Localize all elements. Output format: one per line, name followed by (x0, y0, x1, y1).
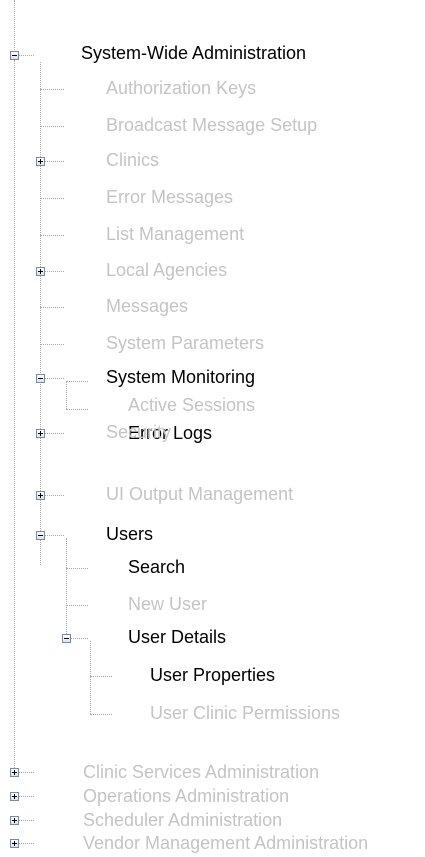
tree-connector (18, 820, 34, 821)
tree-item-active-sessions: Active Sessions (128, 395, 256, 415)
expand-icon[interactable] (36, 267, 45, 276)
tree-item-search[interactable]: Search (128, 557, 185, 577)
tree-item-system-wide-administration[interactable]: System-Wide Administration (81, 43, 306, 63)
tree-item-user-clinic-permissions: User Clinic Permissions (150, 703, 341, 723)
tree-connector (90, 676, 112, 677)
expand-icon[interactable] (10, 816, 19, 825)
collapse-icon[interactable] (36, 374, 45, 383)
tree-connector (66, 538, 67, 638)
tree-connector (40, 62, 41, 565)
expand-icon[interactable] (10, 768, 19, 777)
tree-connector (40, 307, 64, 308)
tree-connector (40, 198, 64, 199)
tree-item-user-details[interactable]: User Details (128, 627, 226, 647)
admin-navigation-tree: System-Wide Administration Authorization… (0, 0, 425, 857)
expand-icon[interactable] (36, 157, 45, 166)
tree-connector (44, 535, 64, 536)
tree-connector (66, 568, 88, 569)
tree-connector (18, 772, 34, 773)
tree-connector (40, 126, 64, 127)
tree-item-clinic-services-administration: Clinic Services Administration (83, 762, 320, 782)
tree-item-new-user: New User (128, 594, 208, 614)
tree-connector (14, 0, 15, 52)
collapse-icon[interactable] (36, 531, 45, 540)
tree-connector (18, 843, 34, 844)
expand-icon[interactable] (36, 491, 45, 500)
tree-item-security: Security (106, 422, 172, 442)
tree-item-user-properties[interactable]: User Properties (150, 665, 275, 685)
collapse-icon[interactable] (10, 51, 19, 60)
tree-connector (44, 161, 64, 162)
tree-connector (40, 89, 64, 90)
tree-connector (40, 344, 64, 345)
tree-item-local-agencies: Local Agencies (106, 260, 228, 280)
tree-connector (44, 433, 64, 434)
tree-item-users[interactable]: Users (106, 524, 153, 544)
expand-icon[interactable] (10, 792, 19, 801)
tree-connector (90, 641, 91, 714)
tree-connector (66, 381, 67, 409)
tree-connector (44, 271, 64, 272)
tree-item-broadcast-message-setup: Broadcast Message Setup (106, 115, 318, 135)
tree-connector (90, 714, 112, 715)
tree-item-system-parameters: System Parameters (106, 333, 265, 353)
tree-connector (18, 796, 34, 797)
tree-connector (66, 409, 88, 410)
tree-item-clinics: Clinics (106, 150, 160, 170)
tree-connector (44, 495, 64, 496)
tree-connector (66, 605, 88, 606)
tree-item-authorization-keys: Authorization Keys (106, 78, 257, 98)
tree-item-system-monitoring[interactable]: System Monitoring (106, 367, 255, 387)
tree-item-error-messages: Error Messages (106, 187, 234, 207)
tree-connector (70, 638, 88, 639)
tree-item-list-management: List Management (106, 224, 245, 244)
tree-connector (66, 381, 88, 382)
tree-item-ui-output-management: UI Output Management (106, 484, 294, 504)
expand-icon[interactable] (36, 429, 45, 438)
collapse-icon[interactable] (62, 634, 71, 643)
tree-connector (44, 378, 64, 379)
tree-connector (14, 60, 15, 772)
tree-item-operations-administration: Operations Administration (83, 786, 290, 806)
tree-item-vendor-management-administration: Vendor Management Administration (83, 833, 369, 853)
tree-item-messages: Messages (106, 296, 189, 316)
tree-item-scheduler-administration: Scheduler Administration (83, 810, 283, 830)
tree-connector (40, 235, 64, 236)
expand-icon[interactable] (10, 839, 19, 848)
